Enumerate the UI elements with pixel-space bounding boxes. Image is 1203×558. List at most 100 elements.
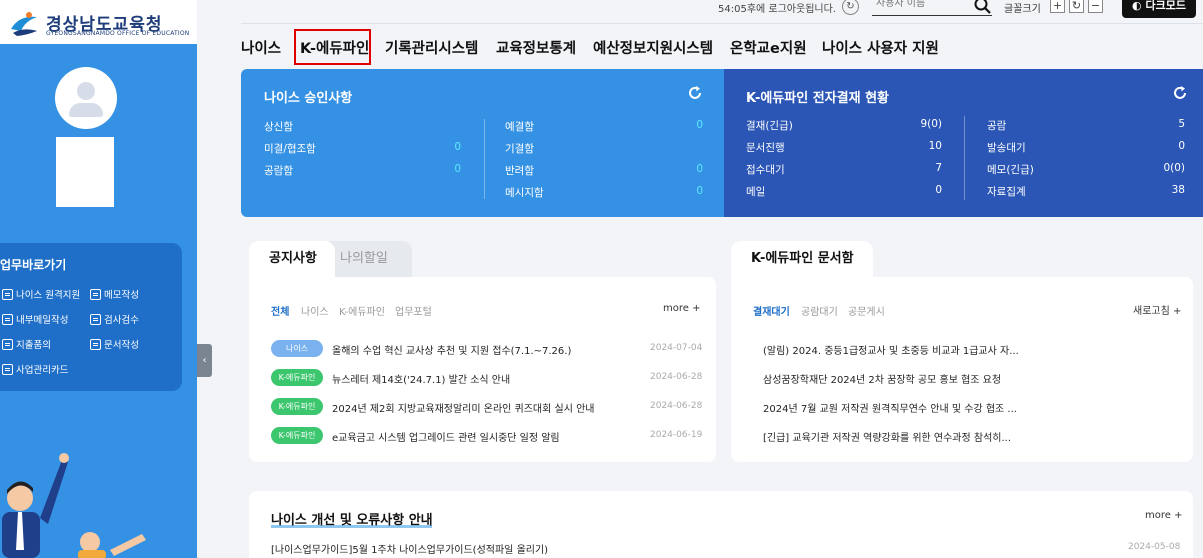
neis-stat-label[interactable]: 미결/협조함	[264, 141, 316, 156]
improvement-row-date: 2024-05-08	[1128, 542, 1181, 552]
filter-portal[interactable]: 업무포털	[395, 303, 432, 318]
nav-item-neis-support[interactable]: 나이스 사용자 지원	[822, 37, 939, 58]
kedu-stat-label[interactable]: 공람	[987, 118, 1006, 133]
document-icon	[2, 364, 13, 375]
kedu-stat-value: 9(0)	[920, 118, 942, 130]
font-size-reset-button[interactable]: ↻	[1069, 0, 1084, 13]
filter-kedufine[interactable]: K-에듀파인	[339, 303, 385, 318]
notice-more-link[interactable]: more +	[663, 303, 700, 314]
filter-all[interactable]: 전체	[271, 303, 289, 318]
notice-title[interactable]: 올해의 수업 혁신 교사상 추천 및 지원 접수(7.1.~7.26.)	[332, 342, 632, 357]
doc-title[interactable]: 삼성꿈장학재단 2024년 2차 꿈장학 공모 홍보 협조 요청	[763, 371, 1063, 386]
quick-link-internal-mail[interactable]: 내부메일작성	[2, 312, 68, 326]
filter-neis[interactable]: 나이스	[301, 303, 329, 318]
notice-date: 2024-06-28	[650, 401, 703, 411]
font-size-increase-button[interactable]: +	[1050, 0, 1065, 13]
notice-title[interactable]: 2024년 제2회 지방교육재정알리미 온라인 퀴즈대회 실시 안내	[332, 400, 632, 415]
user-search-input[interactable]	[876, 0, 966, 9]
filter-pending-approval[interactable]: 결재대기	[753, 303, 790, 318]
quick-link-expense[interactable]: 지출품의	[2, 337, 51, 351]
quick-links-title: 업무바로가기	[0, 258, 67, 272]
logout-timer: 54:05후에 로그아웃됩니다.	[718, 4, 836, 15]
nav-item-records[interactable]: 기록관리시스템	[385, 37, 478, 58]
dark-mode-button[interactable]: ◐ 다크모드	[1122, 0, 1196, 18]
kedu-panel-title: K-에듀파인 전자결재 현황	[746, 91, 889, 106]
neis-stat-label[interactable]: 예결함	[505, 119, 534, 134]
neis-stat-value: 0	[696, 119, 703, 131]
kedu-stat-label[interactable]: 메모(긴급)	[987, 162, 1034, 177]
contrast-icon: ◐	[1132, 0, 1146, 12]
quick-link-neis-remote[interactable]: 나이스 원격지원	[2, 287, 80, 301]
kedu-stat-label[interactable]: 문서진행	[746, 140, 785, 155]
logo[interactable]: 경상남도교육청 GYEONGSANGNAMDO OFFICE OF EDUCAT…	[0, 0, 197, 44]
neis-stat-value: 0	[454, 141, 461, 153]
kedu-stat-value: 0	[1178, 140, 1185, 152]
user-info-box	[56, 137, 114, 207]
kedu-stat-value: 5	[1178, 118, 1185, 130]
logo-subtitle: GYEONGSANGNAMDO OFFICE OF EDUCATION	[46, 30, 190, 37]
document-icon	[2, 314, 13, 325]
notice-title[interactable]: 뉴스레터 제14호('24.7.1) 발간 소식 안내	[332, 371, 632, 386]
neis-approval-panel: 나이스 승인사항 상신함 미결/협조함 0 공람함 0 예결함 0 기결함 반려…	[241, 69, 724, 217]
tab-notices[interactable]: 공지사항	[249, 241, 335, 277]
nav-item-budget[interactable]: 예산정보지원시스템	[593, 37, 713, 58]
search-icon[interactable]	[972, 0, 992, 14]
notice-date: 2024-06-19	[650, 430, 703, 440]
document-icon	[2, 289, 13, 300]
panel-divider	[484, 119, 485, 199]
plus-icon: +	[688, 303, 701, 314]
docs-refresh-link[interactable]: 새로고침 +	[1133, 302, 1181, 317]
kedu-stat-label[interactable]: 메일	[746, 184, 765, 199]
neis-stat-label[interactable]: 반려함	[505, 163, 534, 178]
font-size-decrease-button[interactable]: −	[1088, 0, 1103, 13]
avatar	[55, 67, 117, 129]
neis-stat-label[interactable]: 메시지함	[505, 185, 544, 200]
document-icon	[90, 314, 101, 325]
quick-link-memo[interactable]: 메모작성	[90, 287, 139, 301]
doc-title[interactable]: 2024년 7월 교원 저작권 원격직무연수 안내 및 수강 협조 ...	[763, 400, 1063, 415]
kedu-stat-value: 0	[935, 184, 942, 196]
notice-title[interactable]: e교육금고 시스템 업그레이드 관련 일시중단 일정 알림	[332, 429, 632, 444]
quick-link-inspection[interactable]: 검사검수	[90, 312, 139, 326]
doc-title[interactable]: [긴급] 교육기관 저작권 역량강화를 위한 연수과정 참석히...	[763, 429, 1063, 444]
improvement-more-link[interactable]: more +	[1145, 510, 1182, 521]
nav-item-edu-stats[interactable]: 교육정보통계	[496, 37, 576, 58]
nav-item-neis[interactable]: 나이스	[241, 37, 281, 58]
tab-kedufine-docs[interactable]: K-에듀파인 문서함	[731, 241, 873, 277]
doc-title[interactable]: (알림) 2024. 중등1급정교사 및 초중등 비교과 1급교사 자...	[763, 342, 1063, 357]
kedu-stat-label[interactable]: 접수대기	[746, 162, 785, 177]
neis-stat-label[interactable]: 기결함	[505, 141, 534, 156]
filter-posted-docs[interactable]: 공문게시	[848, 303, 885, 318]
neis-stat-label[interactable]: 상신함	[264, 119, 293, 134]
utility-bar: 54:05후에 로그아웃됩니다. ↻ 글꼴크기 + ↻ − ◐ 다크모드	[212, 0, 1203, 22]
neis-stat-value: 0	[696, 163, 703, 175]
nav-highlight-box	[294, 29, 371, 65]
category-badge: K-에듀파인	[271, 427, 323, 444]
improvement-row-title[interactable]: [나이스업무가이드]5월 1주차 나이스업무가이드(성적파일 올리기)	[271, 541, 631, 556]
quick-link-document[interactable]: 문서작성	[90, 337, 139, 351]
extend-session-button[interactable]: ↻	[842, 0, 859, 15]
nav-item-onschool[interactable]: 온학교e지원	[730, 37, 807, 58]
neis-stat-value: 0	[696, 185, 703, 197]
notice-date: 2024-07-04	[650, 343, 703, 353]
kedu-stat-value: 7	[935, 162, 942, 174]
notice-date: 2024-06-28	[650, 372, 703, 382]
category-badge: K-에듀파인	[271, 369, 323, 386]
category-badge: 나이스	[271, 340, 323, 357]
kedu-stat-label[interactable]: 결재(긴급)	[746, 118, 793, 133]
utility-divider	[241, 23, 1203, 24]
improvement-title: 나이스 개선 및 오류사항 안내	[271, 513, 433, 528]
refresh-icon[interactable]	[1172, 85, 1188, 101]
filter-pending-circulation[interactable]: 공람대기	[801, 303, 838, 318]
plus-icon: +	[1170, 510, 1183, 521]
kedu-stat-value: 38	[1171, 184, 1185, 196]
kedu-stat-value: 0(0)	[1163, 162, 1185, 174]
kedu-stat-label[interactable]: 발송대기	[987, 140, 1026, 155]
neis-panel-title: 나이스 승인사항	[264, 91, 353, 106]
sidebar-collapse-button[interactable]: ‹	[197, 344, 212, 377]
refresh-icon[interactable]	[687, 85, 703, 101]
neis-stat-label[interactable]: 공람함	[264, 163, 293, 178]
document-icon	[90, 289, 101, 300]
quick-link-project-card[interactable]: 사업관리카드	[2, 362, 68, 376]
kedu-stat-label[interactable]: 자료집계	[987, 184, 1026, 199]
